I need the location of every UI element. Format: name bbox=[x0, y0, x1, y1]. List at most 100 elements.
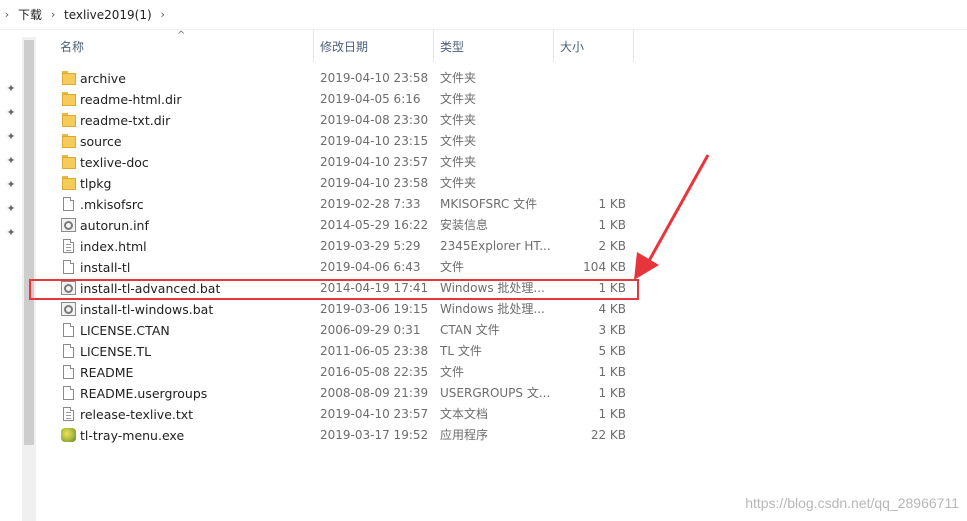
file-modified-date: 2016-05-08 22:35 bbox=[320, 365, 429, 379]
file-type: 文件夹 bbox=[440, 71, 477, 85]
column-header-date[interactable]: 修改日期 bbox=[314, 30, 434, 62]
folder-icon bbox=[60, 89, 76, 110]
file-modified-date: 2019-03-17 19:52 bbox=[320, 428, 429, 442]
pin-icon[interactable]: ✦ bbox=[5, 130, 17, 144]
file-modified-date: 2019-04-10 23:57 bbox=[320, 155, 429, 169]
file-type: 文件夹 bbox=[440, 155, 477, 169]
column-header-type[interactable]: 类型 bbox=[434, 30, 554, 62]
file-type: 文件 bbox=[440, 260, 465, 274]
file-row[interactable]: texlive-doc 2019-04-10 23:57 文件夹 bbox=[58, 152, 643, 173]
folder-icon bbox=[60, 173, 76, 194]
file-size bbox=[552, 173, 626, 194]
file-icon bbox=[60, 383, 76, 404]
file-icon bbox=[60, 362, 76, 383]
file-type: 文件夹 bbox=[440, 92, 477, 106]
file-type: CTAN 文件 bbox=[440, 323, 500, 337]
file-modified-date: 2011-06-05 23:38 bbox=[320, 344, 429, 358]
chevron-right-icon[interactable]: › bbox=[46, 8, 60, 21]
settings-file-icon bbox=[60, 215, 76, 236]
file-icon bbox=[60, 257, 76, 278]
file-icon bbox=[60, 320, 76, 341]
file-row[interactable]: README 2016-05-08 22:35 文件 1 KB bbox=[58, 362, 643, 383]
file-row[interactable]: readme-html.dir 2019-04-05 6:16 文件夹 bbox=[58, 89, 643, 110]
batch-file-icon bbox=[60, 299, 76, 320]
file-type: 文件夹 bbox=[440, 134, 477, 148]
file-row[interactable]: index.html 2019-03-29 5:29 2345Explorer HT… bbox=[58, 236, 643, 257]
scrollbar-thumb[interactable] bbox=[24, 40, 34, 445]
file-type: 文件 bbox=[440, 365, 465, 379]
file-name: README bbox=[80, 365, 134, 380]
file-size: 3 KB bbox=[598, 323, 626, 337]
file-modified-date: 2019-04-10 23:15 bbox=[320, 134, 429, 148]
file-size: 1 KB bbox=[598, 218, 626, 232]
file-row[interactable]: .mkisofsrc 2019-02-28 7:33 MKISOFSRC 文件 1 K… bbox=[58, 194, 643, 215]
folder-icon bbox=[60, 68, 76, 89]
file-size: 1 KB bbox=[598, 407, 626, 421]
file-name: autorun.inf bbox=[80, 218, 149, 233]
pin-icon[interactable]: ✦ bbox=[5, 178, 17, 192]
chevron-right-icon[interactable]: › bbox=[0, 8, 14, 21]
file-type: 文件夹 bbox=[440, 113, 477, 127]
file-name: tlpkg bbox=[80, 176, 112, 191]
folder-icon bbox=[60, 131, 76, 152]
folder-icon bbox=[60, 110, 76, 131]
file-type: 应用程序 bbox=[440, 428, 489, 442]
column-header-row: ^ 名称 修改日期 类型 大小 bbox=[44, 30, 644, 62]
file-size: 1 KB bbox=[598, 365, 626, 379]
file-size bbox=[552, 89, 626, 110]
file-row[interactable]: install-tl 2019-04-06 6:43 文件 104 KB bbox=[58, 257, 643, 278]
watermark: https://blog.csdn.net/qq_28966711 bbox=[745, 495, 959, 511]
file-name: index.html bbox=[80, 239, 147, 254]
column-header-size[interactable]: 大小 bbox=[554, 30, 634, 62]
file-type: TL 文件 bbox=[440, 344, 482, 358]
file-name: release-texlive.txt bbox=[80, 407, 194, 422]
pin-icon[interactable]: ✦ bbox=[5, 82, 17, 96]
file-type: USERGROUPS 文... bbox=[440, 386, 551, 400]
file-size: 2 KB bbox=[598, 239, 626, 253]
pin-icon[interactable]: ✦ bbox=[5, 226, 17, 240]
file-name: install-tl bbox=[80, 260, 131, 275]
file-name: archive bbox=[80, 71, 126, 86]
file-name: tl-tray-menu.exe bbox=[80, 428, 185, 443]
file-modified-date: 2019-04-10 23:58 bbox=[320, 71, 429, 85]
file-size: 4 KB bbox=[598, 302, 626, 316]
file-size: 5 KB bbox=[598, 344, 626, 358]
file-row[interactable]: release-texlive.txt 2019-04-10 23:57 文本文档 1… bbox=[58, 404, 643, 425]
file-row[interactable]: archive 2019-04-10 23:58 文件夹 bbox=[58, 68, 643, 89]
pin-icon[interactable]: ✦ bbox=[5, 106, 17, 120]
file-name: README.usergroups bbox=[80, 386, 208, 401]
file-row[interactable]: README.usergroups 2008-08-09 21:39 USERGRO… bbox=[58, 383, 643, 404]
file-modified-date: 2006-09-29 0:31 bbox=[320, 323, 421, 337]
file-size: 1 KB bbox=[598, 197, 626, 211]
breadcrumb-item-folder[interactable]: texlive2019(1) bbox=[60, 8, 156, 22]
file-size: 22 KB bbox=[590, 428, 626, 442]
pin-icon[interactable]: ✦ bbox=[5, 202, 17, 216]
file-row[interactable]: source 2019-04-10 23:15 文件夹 bbox=[58, 131, 643, 152]
file-row[interactable]: tlpkg 2019-04-10 23:58 文件夹 bbox=[58, 173, 643, 194]
file-size bbox=[552, 131, 626, 152]
file-row[interactable]: LICENSE.CTAN 2006-09-29 0:31 CTAN 文件 3 KB bbox=[58, 320, 643, 341]
file-row[interactable]: tl-tray-menu.exe 2019-03-17 19:52 应用程序 22 K… bbox=[58, 425, 643, 446]
breadcrumb-item-downloads[interactable]: 下载 bbox=[14, 6, 46, 23]
text-file-icon bbox=[60, 404, 76, 425]
html-file-icon bbox=[60, 236, 76, 257]
file-name: LICENSE.TL bbox=[80, 344, 152, 359]
file-modified-date: 2019-04-06 6:43 bbox=[320, 260, 421, 274]
file-name: readme-html.dir bbox=[80, 92, 182, 107]
file-row[interactable]: install-tl-windows.bat 2019-03-06 19:15 Wi… bbox=[58, 299, 643, 320]
file-modified-date: 2019-04-05 6:16 bbox=[320, 92, 421, 106]
file-row[interactable]: LICENSE.TL 2011-06-05 23:38 TL 文件 5 KB bbox=[58, 341, 643, 362]
file-modified-date: 2008-08-09 21:39 bbox=[320, 386, 429, 400]
file-size: 1 KB bbox=[598, 386, 626, 400]
file-type: 文本文档 bbox=[440, 407, 489, 421]
file-row[interactable]: readme-txt.dir 2019-04-08 23:30 文件夹 bbox=[58, 110, 643, 131]
file-row[interactable]: autorun.inf 2014-05-29 16:22 安装信息 1 KB bbox=[58, 215, 643, 236]
chevron-right-icon[interactable]: › bbox=[156, 8, 170, 21]
pin-icon[interactable]: ✦ bbox=[5, 154, 17, 168]
column-header-name[interactable]: 名称 bbox=[54, 30, 314, 62]
file-type: 2345Explorer HT... bbox=[440, 239, 551, 253]
highlight-annotation-box bbox=[29, 279, 639, 300]
file-modified-date: 2019-04-10 23:57 bbox=[320, 407, 429, 421]
folder-icon bbox=[60, 152, 76, 173]
file-icon bbox=[60, 341, 76, 362]
